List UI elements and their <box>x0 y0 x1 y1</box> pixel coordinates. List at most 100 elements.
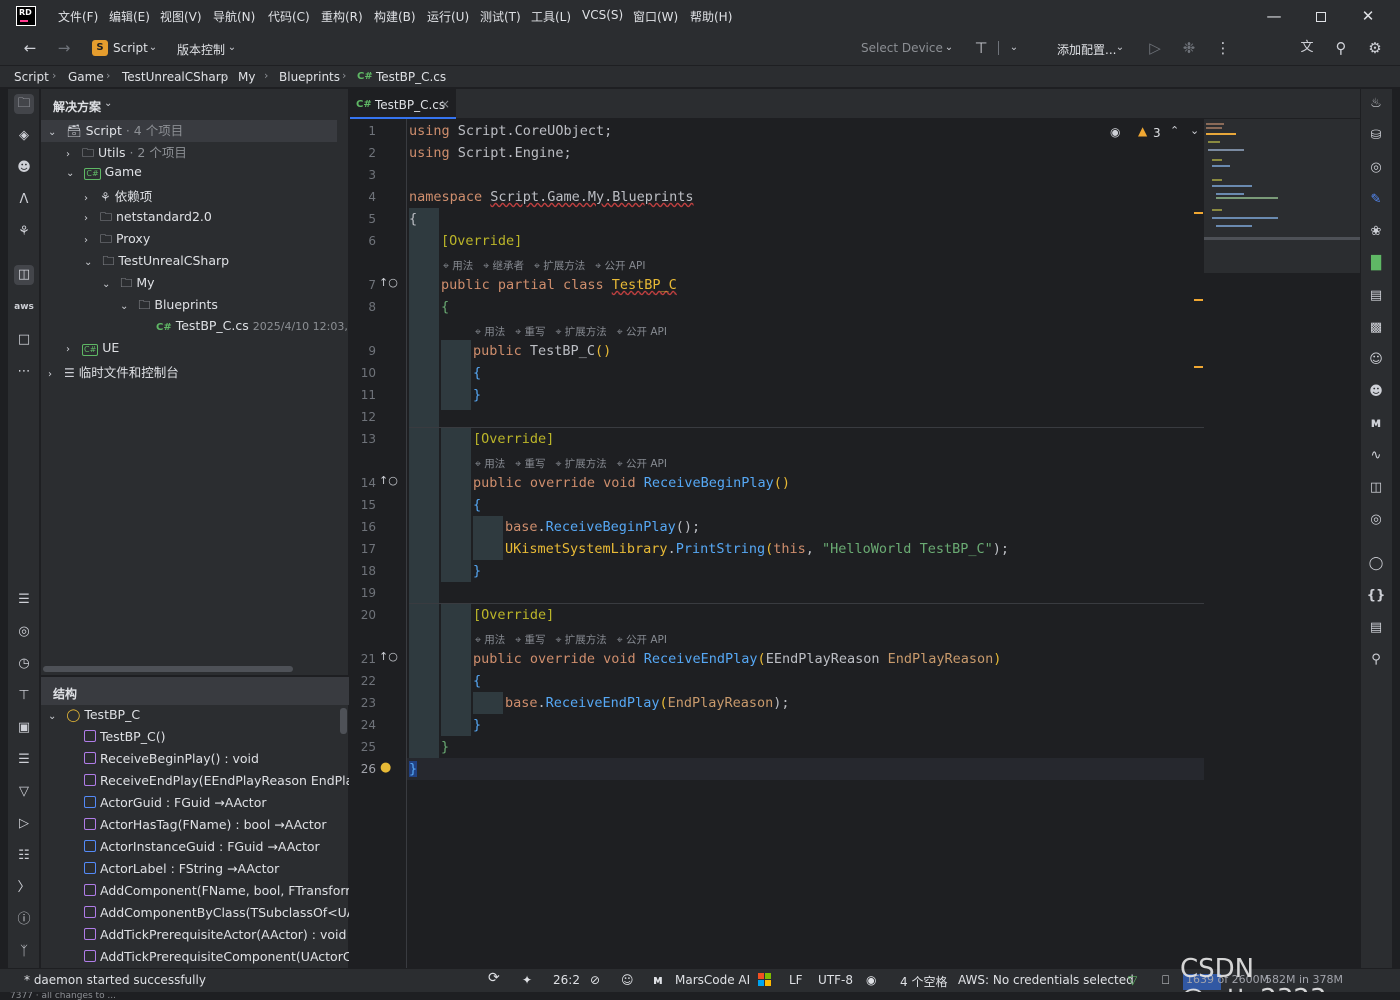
forward-arrow-icon[interactable]: → <box>54 38 74 58</box>
read-only-lock-icon[interactable]: ⎕ <box>1162 973 1169 988</box>
structure-member-row[interactable]: AddComponentByClass(TSubclassOf<UAct <box>84 905 349 927</box>
structure-member-row[interactable]: TestBP_C() <box>84 729 349 751</box>
breadcrumb-item[interactable]: Script <box>14 70 49 84</box>
menu-help[interactable]: 帮助(H) <box>690 8 732 25</box>
menu-view[interactable]: 视图(V) <box>160 8 202 25</box>
spiral-icon[interactable]: ❀ <box>1366 222 1386 242</box>
todo-list-icon[interactable]: ☰ <box>14 590 34 610</box>
aws-credentials[interactable]: AWS: No credentials selected <box>958 973 1134 987</box>
line-separator[interactable]: LF <box>789 973 803 987</box>
code-vision-hints[interactable]: ⌖ 用法 ⌖ 重写 ⌖ 扩展方法 ⌖ 公开 API <box>475 324 667 339</box>
no-highlight-icon[interactable]: ⊘ <box>590 973 600 987</box>
translate-icon[interactable]: 文 <box>1297 38 1317 58</box>
tree-item-netstandard[interactable]: › 🗀 netstandard2.0 <box>84 208 212 230</box>
back-arrow-icon[interactable]: ← <box>20 38 40 58</box>
font-book-icon[interactable]: ▤ <box>1366 618 1386 638</box>
next-highlight-icon[interactable]: ⌄ <box>1190 124 1199 137</box>
breadcrumb-item[interactable]: TestUnrealCSharp <box>122 70 228 84</box>
git-icon[interactable]: ᛉ <box>14 942 34 962</box>
notifications-bell-icon[interactable]: ♨ <box>1366 94 1386 114</box>
build-icon[interactable]: ⊤ <box>14 686 34 706</box>
menu-test[interactable]: 测试(T) <box>480 8 521 25</box>
tree-item-dependencies[interactable]: › ⚘ 依赖项 <box>84 186 152 208</box>
learn-cap-icon[interactable]: ◈ <box>14 126 34 146</box>
ai-assistant-icon[interactable]: ◎ <box>1366 158 1386 178</box>
overrides-gutter-icon[interactable]: ↑○ <box>379 474 398 487</box>
project-folder-icon[interactable]: 🗀 <box>14 94 34 114</box>
terminal-icon[interactable]: 〉 <box>14 878 34 898</box>
tree-item-game[interactable]: ⌄ C# Game <box>66 164 142 186</box>
marscode-icon[interactable]: м <box>1366 414 1386 434</box>
close-tab-icon[interactable]: × <box>440 97 450 111</box>
menu-refactor[interactable]: 重构(R) <box>321 8 363 25</box>
warning-count[interactable]: 3 <box>1153 126 1161 140</box>
filter-icon[interactable]: ▽ <box>14 782 34 802</box>
implements-gutter-icon[interactable]: ↑○ <box>379 276 398 289</box>
more-options-icon[interactable]: ⋮ <box>1213 38 1233 58</box>
structure-class-row[interactable]: ⌄ ◯ TestBP_C <box>48 707 140 729</box>
breadcrumb-item[interactable]: My <box>238 70 255 84</box>
inlay-hints-icon[interactable]: ✦ <box>522 973 532 987</box>
run-icon[interactable]: ▷ <box>1145 38 1165 58</box>
debug-bug-icon[interactable]: ❉ <box>1179 38 1199 58</box>
document-search-icon[interactable]: ◫ <box>1366 478 1386 498</box>
structure-member-row[interactable]: ActorLabel : FString →AActor <box>84 861 349 883</box>
warning-stripe[interactable] <box>1194 212 1203 214</box>
structure-member-row[interactable]: AddTickPrerequisiteComponent(UActorCor <box>84 949 349 967</box>
tree-item-scratches[interactable]: › ☰ 临时文件和控制台 <box>48 362 179 384</box>
menu-code[interactable]: 代码(C) <box>268 8 310 25</box>
unit-tests-icon[interactable]: ▣ <box>14 718 34 738</box>
aws-icon[interactable]: aws <box>14 297 34 317</box>
structure-member-row[interactable]: ReceiveEndPlay(EEndPlayReason EndPlayRe <box>84 773 349 795</box>
chevron-down-icon[interactable]: ⌄ <box>1110 38 1130 58</box>
breadcrumb-item[interactable]: Blueprints <box>279 70 340 84</box>
settings-gear-icon[interactable]: ⚙ <box>1365 38 1385 58</box>
code-vision-hints[interactable]: ⌖ 用法 ⌖ 重写 ⌖ 扩展方法 ⌖ 公开 API <box>475 456 667 471</box>
structure-member-row[interactable]: ActorInstanceGuid : FGuid →AActor <box>84 839 349 861</box>
status-message[interactable]: * daemon started successfully <box>24 973 206 987</box>
structure-member-row[interactable]: ReceiveBeginPlay() : void <box>84 751 349 773</box>
sync-icon[interactable]: ⟳ <box>488 970 500 986</box>
menu-edit[interactable]: 编辑(E) <box>109 8 150 25</box>
more-tools-icon[interactable]: ⋯ <box>14 362 34 382</box>
warning-stripe[interactable] <box>1194 366 1203 368</box>
marscode-status[interactable]: MarsCode AI <box>675 973 750 987</box>
menu-file[interactable]: 文件(F) <box>58 8 98 25</box>
run-console-icon[interactable]: ▷ <box>14 814 34 834</box>
tree-item-proxy[interactable]: › 🗀 Proxy <box>84 230 150 252</box>
rider-logo-icon[interactable]: RD <box>16 6 36 26</box>
caret-position[interactable]: 26:2 <box>553 973 580 987</box>
breadcrumb-item[interactable]: Game <box>68 70 104 84</box>
hide-eye-icon[interactable]: ◉ <box>1110 125 1120 139</box>
globe-icon[interactable]: ▤ <box>1366 286 1386 306</box>
inspect-document-icon[interactable]: ⚲ <box>1366 650 1386 670</box>
tree-item-testunrealcsharp[interactable]: ⌄ 🗀 TestUnrealCSharp <box>84 252 229 274</box>
services-icon[interactable]: ◎ <box>14 622 34 642</box>
chart-bars-icon[interactable]: █ <box>1366 254 1386 274</box>
search-icon[interactable]: ⚲ <box>1331 38 1351 58</box>
bookmark-icon[interactable]: □ <box>14 330 34 350</box>
code-minimap[interactable] <box>1204 119 1360 273</box>
chevron-down-icon[interactable]: ⌄ <box>1004 38 1024 58</box>
shield-icon[interactable]: ◯ <box>1366 554 1386 574</box>
minimize-icon[interactable]: — <box>1263 6 1285 26</box>
close-window-icon[interactable]: ✕ <box>1357 6 1379 26</box>
debug-icon[interactable]: ☷ <box>14 846 34 866</box>
people-group-icon[interactable]: ☻ <box>1366 382 1386 402</box>
horizontal-scrollbar[interactable] <box>43 666 293 672</box>
menu-window[interactable]: 窗口(W) <box>633 8 678 25</box>
tree-item-my[interactable]: ⌄ 🗀 My <box>102 274 155 296</box>
unity-icon[interactable]: Λ <box>14 190 34 210</box>
tree-item-ue[interactable]: › C# UE <box>66 340 119 362</box>
indent-setting[interactable]: 4 个空格 <box>900 973 947 990</box>
lightbulb-icon[interactable]: ● <box>380 760 391 775</box>
code-vision-hints[interactable]: ⌖ 用法 ⌖ 继承者 ⌖ 扩展方法 ⌖ 公开 API <box>443 258 645 273</box>
chevron-down-icon[interactable]: ⌄ <box>143 38 163 58</box>
menu-vcs[interactable]: VCS(S) <box>582 8 623 22</box>
hierarchy-icon[interactable]: ⚘ <box>14 222 34 242</box>
inspection-status-icon[interactable]: ▽ <box>1128 973 1137 987</box>
file-encoding[interactable]: UTF-8 <box>818 973 853 987</box>
solution-header[interactable]: 解决方案 <box>53 98 101 115</box>
clapper-icon[interactable]: ▩ <box>1366 318 1386 338</box>
menu-build[interactable]: 构建(B) <box>374 8 416 25</box>
